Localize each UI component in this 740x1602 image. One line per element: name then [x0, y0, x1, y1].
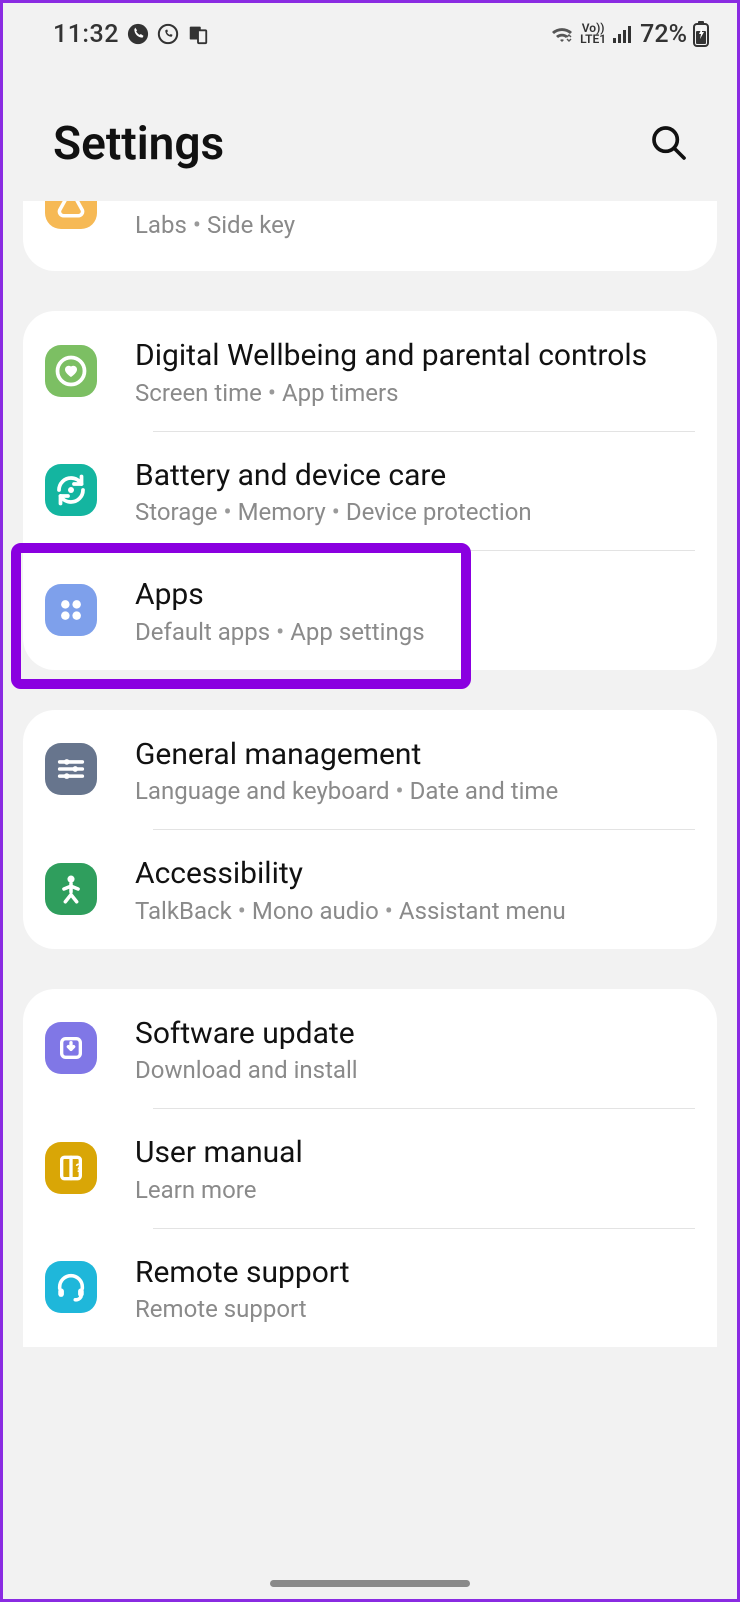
status-bar: 11:32 Vo)) LTE1 72%	[3, 3, 737, 57]
download-sq-icon	[45, 1022, 97, 1074]
settings-item-title: User manual	[135, 1134, 695, 1172]
signal-icon	[612, 24, 634, 44]
settings-item-text: General management Language and keyboard•…	[135, 734, 695, 806]
battery-icon	[693, 21, 709, 47]
settings-item-text: Labs•Side key	[135, 201, 695, 239]
settings-item-text: Remote support Remote support	[135, 1252, 695, 1324]
settings-item-title: Battery and device care	[135, 457, 695, 495]
settings-item-subtitle: Remote support	[135, 1295, 695, 1323]
settings-item-digital-wellbeing[interactable]: Digital Wellbeing and parental controls S…	[23, 311, 717, 431]
settings-header: Settings	[3, 57, 737, 201]
phone-icon	[127, 23, 149, 45]
settings-item-subtitle: Language and keyboard•Date and time	[135, 777, 695, 805]
settings-item-text: Apps Default apps•App settings	[135, 574, 695, 646]
settings-item-title: General management	[135, 736, 695, 774]
settings-item-title: Digital Wellbeing and parental controls	[135, 337, 695, 375]
settings-item-apps[interactable]: Apps Default apps•App settings	[23, 550, 717, 670]
settings-item-user-manual[interactable]: ? User manual Learn more	[23, 1108, 717, 1228]
headset-icon	[45, 1261, 97, 1313]
settings-group-about: Software update Download and install? User…	[23, 989, 717, 1348]
settings-item-subtitle: TalkBack•Mono audio•Assistant menu	[135, 897, 695, 925]
settings-item-subtitle: Default apps•App settings	[135, 618, 695, 646]
search-button[interactable]	[645, 119, 693, 170]
settings-item-subtitle: Storage•Memory•Device protection	[135, 498, 695, 526]
settings-item-text: Digital Wellbeing and parental controls S…	[135, 335, 695, 407]
settings-item-text: User manual Learn more	[135, 1132, 695, 1204]
devices-icon	[187, 23, 209, 45]
book-q-icon: ?	[45, 1142, 97, 1194]
page-title: Settings	[53, 117, 224, 171]
settings-group-general: General management Language and keyboard•…	[23, 710, 717, 949]
settings-item-accessibility[interactable]: Accessibility TalkBack•Mono audio•Assista…	[23, 829, 717, 949]
settings-item-software-update[interactable]: Software update Download and install	[23, 989, 717, 1109]
whatsapp-icon	[157, 23, 179, 45]
settings-group-care: Digital Wellbeing and parental controls S…	[23, 311, 717, 670]
settings-item-subtitle: Download and install	[135, 1056, 695, 1084]
settings-item-title: Remote support	[135, 1254, 695, 1292]
settings-item-title: Software update	[135, 1015, 695, 1053]
settings-item-text: Accessibility TalkBack•Mono audio•Assista…	[135, 853, 695, 925]
person-icon	[45, 863, 97, 915]
settings-item-general-management[interactable]: General management Language and keyboard•…	[23, 710, 717, 830]
status-left: 11:32	[53, 20, 209, 49]
settings-item-subtitle: Screen time•App timers	[135, 379, 695, 407]
apps-grid-icon	[45, 584, 97, 636]
settings-item-text: Software update Download and install	[135, 1013, 695, 1085]
status-right: Vo)) LTE1 72%	[550, 20, 709, 49]
settings-item-text: Battery and device care Storage•Memory•De…	[135, 455, 695, 527]
settings-item-subtitle: Labs•Side key	[135, 211, 695, 239]
search-icon	[649, 151, 689, 166]
wifi-icon	[550, 24, 574, 44]
lte-indicator: Vo)) LTE1	[580, 23, 606, 45]
heart-target-icon	[45, 345, 97, 397]
settings-group-adv: Labs•Side key	[23, 201, 717, 271]
home-indicator[interactable]	[270, 1580, 470, 1587]
status-time: 11:32	[53, 20, 119, 49]
settings-item-advanced-features[interactable]: Labs•Side key	[23, 201, 717, 271]
flask-icon	[45, 201, 97, 229]
settings-item-battery-device-care[interactable]: Battery and device care Storage•Memory•De…	[23, 431, 717, 551]
settings-item-remote-support[interactable]: Remote support Remote support	[23, 1228, 717, 1348]
refresh-power-icon	[45, 464, 97, 516]
sliders-icon	[45, 743, 97, 795]
settings-item-subtitle: Learn more	[135, 1176, 695, 1204]
settings-item-title: Accessibility	[135, 855, 695, 893]
svg-text:?: ?	[76, 1161, 82, 1175]
battery-percent: 72%	[640, 20, 687, 49]
settings-item-title: Apps	[135, 576, 695, 614]
